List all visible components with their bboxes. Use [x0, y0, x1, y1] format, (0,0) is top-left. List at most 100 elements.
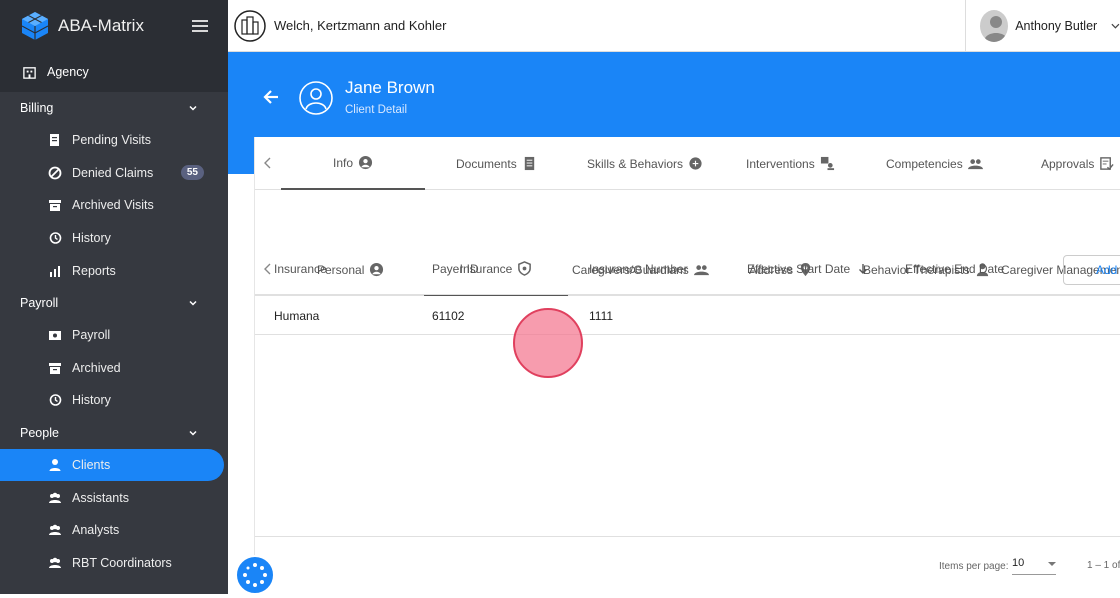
sidebar-section-people[interactable]: People: [0, 417, 228, 449]
users-icon: [49, 524, 61, 536]
sidebar-section-billing[interactable]: Billing: [0, 92, 228, 124]
page-range: 1 – 1 of: [1087, 560, 1120, 571]
building-icon: [23, 66, 36, 79]
users-icon: [49, 557, 61, 568]
sidebar-item-assistants[interactable]: Assistants: [0, 481, 228, 514]
tab-label: Interventions: [746, 156, 815, 171]
add-insurance-button[interactable]: Add I: [1063, 255, 1120, 285]
top-bar: Welch, Kertzmann and Kohler Anthony Butl…: [228, 0, 1120, 52]
items-per-page-label: Items per page:: [939, 561, 1009, 572]
client-subtitle: Client Detail: [345, 104, 407, 116]
cell-payer-id: 61102: [432, 309, 465, 323]
spinner-icon: [243, 563, 267, 587]
sidebar-item-clients[interactable]: Clients: [0, 448, 224, 482]
sidebar-item-archived-visits[interactable]: Archived Visits: [0, 189, 228, 222]
sidebar-item-label: Assistants: [72, 490, 129, 505]
sidebar-item-label: Denied Claims: [72, 165, 154, 180]
user-name: Anthony Butler: [1015, 19, 1098, 33]
company-logo-icon: [234, 9, 266, 42]
sidebar-item-analysts[interactable]: Analysts: [0, 514, 228, 547]
items-per-page-value: 10: [1012, 557, 1025, 569]
sidebar-item-label: Pending Visits: [72, 133, 151, 148]
bar-chart-icon: [50, 265, 60, 277]
sidebar-item-reports[interactable]: Reports: [0, 254, 228, 287]
archive-icon: [49, 200, 61, 212]
sidebar-item-denied-claims[interactable]: Denied Claims 55: [0, 157, 228, 190]
client-detail-card: Info Documents Skills & Behaviors Interv…: [254, 137, 1120, 594]
cube-logo-icon: [21, 12, 49, 40]
cell-insurance: Humana: [274, 309, 320, 323]
chevron-down-icon: [1111, 23, 1120, 29]
sidebar-item-label: Analysts: [72, 523, 120, 538]
main-tabs: Info Documents Skills & Behaviors Interv…: [255, 137, 1120, 190]
tab-documents[interactable]: Documents: [456, 137, 537, 190]
file-dollar-icon: [50, 134, 59, 147]
sidebar: ABA-Matrix Agency Billing Pending Visits…: [0, 0, 228, 594]
app-title: ABA-Matrix: [58, 16, 144, 35]
section-label: People: [20, 425, 59, 440]
sidebar-item-agency[interactable]: Agency: [0, 52, 228, 92]
avatar: [980, 10, 1009, 42]
user-icon: [49, 459, 61, 472]
brain-icon: [689, 157, 702, 170]
sidebar-item-label: Archived Visits: [72, 198, 154, 213]
sidebar-item-archived[interactable]: Archived: [0, 352, 228, 385]
chevron-down-icon: [189, 105, 197, 111]
sidebar-item-pending-visits[interactable]: Pending Visits: [0, 124, 228, 157]
sidebar-item-label: Reports: [72, 263, 116, 278]
col-effective-end-date[interactable]: Effective End Date: [905, 262, 1004, 276]
brand-bar: ABA-Matrix: [0, 0, 228, 52]
history-icon: [49, 394, 62, 407]
sidebar-item-label: RBT Coordinators: [72, 555, 172, 570]
sidebar-item-label: Clients: [72, 458, 111, 473]
payroll-icon: [49, 331, 61, 341]
tab-label: Skills & Behaviors: [587, 156, 684, 171]
count-badge: 55: [180, 165, 204, 181]
tab-info[interactable]: Info: [281, 137, 425, 190]
table-header: Insurance Payer ID Insurance Number Effe…: [255, 243, 1120, 295]
company-name: Welch, Kertzmann and Kohler: [274, 18, 447, 33]
tab-label: Info: [332, 155, 353, 170]
users-icon: [49, 492, 61, 503]
client-name: Jane Brown: [345, 78, 435, 97]
interventions-icon: [820, 156, 834, 171]
tab-label: Competencies: [886, 156, 963, 171]
sidebar-item-label: Agency: [47, 65, 89, 79]
table-row[interactable]: Humana 61102 1111: [255, 295, 1120, 335]
cell-insurance-number: 1111: [589, 309, 614, 323]
user-circle-icon: [358, 155, 373, 170]
document-icon: [524, 156, 534, 171]
chevron-down-icon: [189, 430, 197, 436]
chevron-down-icon: [189, 300, 197, 306]
ban-icon: [48, 166, 62, 180]
arrow-back-icon[interactable]: [262, 88, 280, 106]
column-label: Effective Start Date: [747, 262, 851, 276]
sidebar-item-label: History: [72, 393, 111, 408]
sidebar-item-billing-history[interactable]: History: [0, 222, 228, 255]
tab-skills-behaviors[interactable]: Skills & Behaviors: [587, 137, 703, 190]
tab-interventions[interactable]: Interventions: [746, 137, 835, 190]
arrow-down-icon: [858, 264, 867, 274]
tab-approvals[interactable]: Approvals: [1041, 137, 1114, 190]
tab-competencies[interactable]: Competencies: [886, 137, 983, 190]
sidebar-section-payroll[interactable]: Payroll: [0, 287, 228, 319]
col-insurance[interactable]: Insurance: [274, 262, 327, 276]
loader-fab-button[interactable]: [235, 555, 275, 595]
history-icon: [49, 232, 62, 244]
col-insurance-number[interactable]: Insurance Number: [589, 262, 688, 276]
section-label: Payroll: [20, 295, 59, 310]
user-menu[interactable]: Anthony Butler: [965, 0, 1120, 52]
items-per-page-select[interactable]: 10: [1012, 557, 1056, 575]
caret-down-icon: [1048, 562, 1056, 566]
sidebar-item-rbt-coordinators[interactable]: RBT Coordinators: [0, 547, 228, 580]
users-icon: [967, 159, 983, 170]
sidebar-item-payroll-history[interactable]: History: [0, 384, 228, 417]
hamburger-menu-icon[interactable]: [192, 20, 208, 32]
sidebar-item-payroll[interactable]: Payroll: [0, 319, 228, 352]
chevron-left-icon[interactable]: [263, 157, 273, 169]
table-paginator: Items per page: 10 1 – 1 of: [255, 536, 1120, 594]
sidebar-item-label: Payroll: [72, 328, 111, 343]
col-payer-id[interactable]: Payer ID: [432, 262, 479, 276]
col-effective-start-date[interactable]: Effective Start Date: [747, 262, 868, 276]
section-label: Billing: [20, 101, 54, 115]
